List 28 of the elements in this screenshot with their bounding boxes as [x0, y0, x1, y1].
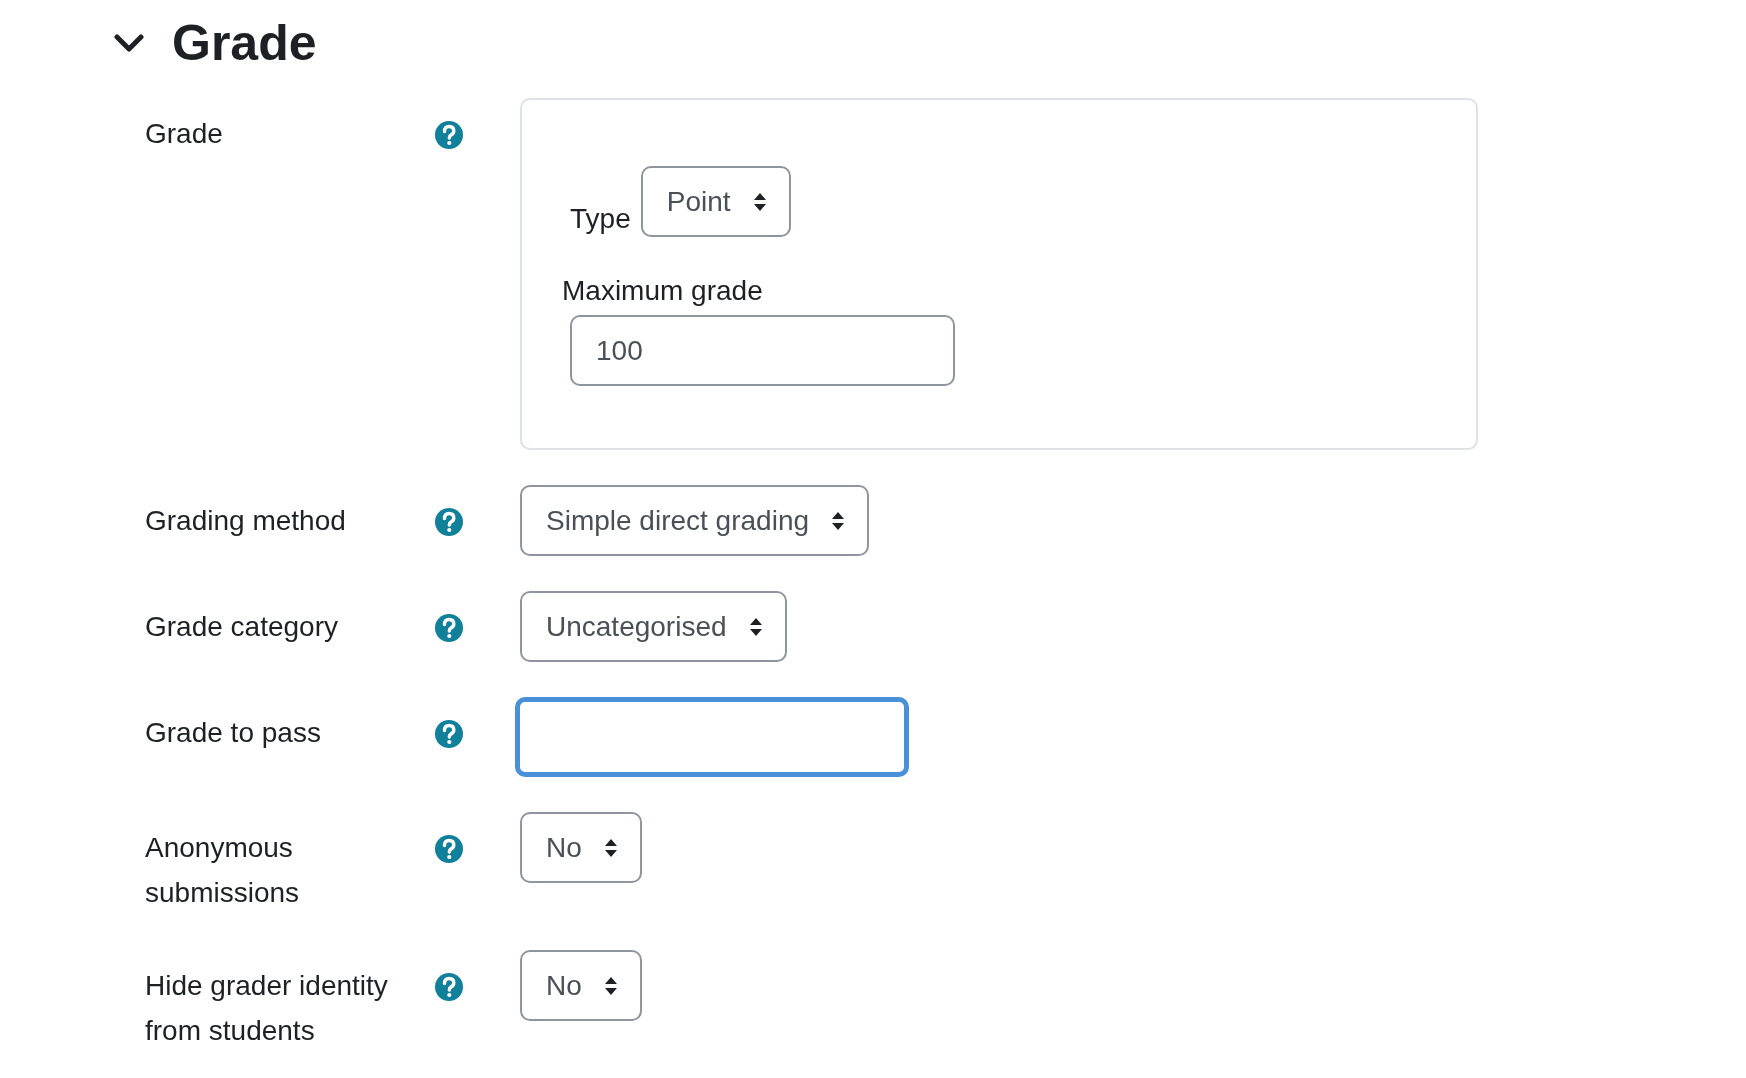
sort-icon — [748, 616, 763, 637]
maximum-grade-label: Maximum grade — [562, 274, 764, 308]
field-label: Grading method — [145, 504, 347, 538]
type-select[interactable]: Point — [640, 166, 791, 237]
dropdown-select[interactable]: No — [520, 812, 642, 883]
field-label: Grade category — [145, 610, 339, 644]
sort-icon — [603, 837, 618, 858]
help-icon[interactable] — [434, 120, 464, 150]
sort-icon — [831, 510, 846, 531]
sort-icon — [752, 191, 767, 212]
type-label: Type — [570, 202, 631, 236]
grade-to-pass-field[interactable] — [515, 697, 909, 777]
help-icon[interactable] — [434, 719, 464, 749]
help-icon[interactable] — [434, 834, 464, 864]
field-label: Anonymous submissions — [145, 831, 301, 910]
section-title: Grade — [172, 14, 317, 72]
help-icon[interactable] — [434, 972, 464, 1002]
dropdown-select[interactable]: Simple direct grading — [520, 485, 870, 556]
field-label: Grade — [145, 117, 224, 151]
help-icon[interactable] — [434, 613, 464, 643]
sort-icon — [603, 975, 618, 996]
maximum-grade-field[interactable]: 100 — [570, 315, 955, 386]
chevron-icon[interactable] — [114, 33, 144, 53]
dropdown-select[interactable]: Uncategorised — [520, 591, 787, 662]
field-label: Grade to pass — [145, 716, 322, 750]
help-icon[interactable] — [434, 507, 464, 537]
dropdown-select[interactable]: No — [520, 950, 642, 1021]
field-label: Hide grader identity from students — [145, 969, 389, 1048]
